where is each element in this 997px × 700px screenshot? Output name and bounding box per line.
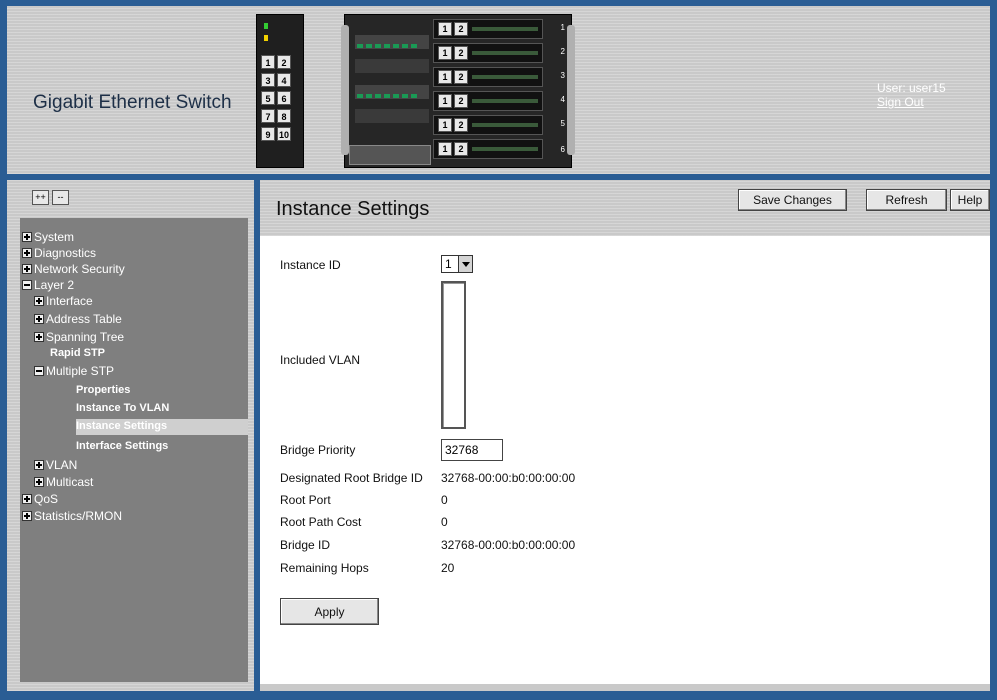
- switch-unit-image: 12 34 56 78 9 10: [256, 14, 304, 168]
- tree-item-address-table[interactable]: Address Table: [34, 312, 122, 328]
- slot-number: 3: [560, 71, 565, 80]
- slot-number: 2: [560, 47, 565, 56]
- root-port-label: Root Port: [280, 493, 331, 507]
- expand-all-button[interactable]: ++: [32, 190, 49, 205]
- content-header: Instance Settings Save Changes Refresh H…: [260, 180, 990, 236]
- slot-number: 5: [560, 119, 565, 128]
- root-path-cost-value: 0: [441, 515, 448, 529]
- module-slot: 12: [433, 91, 543, 111]
- help-button[interactable]: Help: [950, 189, 990, 211]
- expand-icon: [22, 494, 32, 504]
- tree-item-interface[interactable]: Interface: [34, 294, 93, 310]
- bridge-id-value: 32768-00:00:b0:00:00:00: [441, 538, 576, 552]
- tree-item-vlan[interactable]: VLAN: [34, 458, 77, 474]
- status-led: [264, 35, 268, 41]
- module-slot: 12: [433, 115, 543, 135]
- expand-icon: [34, 460, 44, 470]
- sidebar: ++ -- System Diagnostics Network Security…: [7, 180, 254, 691]
- instance-id-select[interactable]: 1: [441, 255, 473, 273]
- designated-root-value: 32768-00:00:b0:00:00:00: [441, 471, 576, 485]
- module-slot: 12: [433, 139, 543, 159]
- port-pair: 34: [261, 73, 293, 87]
- header-banner: Gigabit Ethernet Switch 12 34 56 78 9 10 …: [7, 6, 990, 174]
- expand-icon: [34, 296, 44, 306]
- remaining-hops-label: Remaining Hops: [280, 561, 369, 575]
- user-info: User: user15 Sign Out: [877, 81, 946, 109]
- module-slot: 12: [433, 67, 543, 87]
- instance-id-label: Instance ID: [280, 258, 341, 272]
- tree-item-network-security[interactable]: Network Security: [22, 262, 125, 278]
- tree-item-multiple-stp[interactable]: Multiple STP: [34, 364, 114, 380]
- tree-item-instance-to-vlan[interactable]: Instance To VLAN: [76, 401, 169, 417]
- bridge-id-label: Bridge ID: [280, 538, 331, 552]
- tree-controls: ++ --: [32, 187, 72, 205]
- tree-item-interface-settings[interactable]: Interface Settings: [76, 439, 168, 455]
- port-pair: 9 10: [261, 127, 293, 141]
- bridge-priority-label: Bridge Priority: [280, 443, 356, 457]
- drive-bay: [355, 59, 429, 73]
- tree-item-spanning-tree[interactable]: Spanning Tree: [34, 330, 124, 346]
- included-vlan-listbox[interactable]: [441, 281, 466, 429]
- tree-item-multicast[interactable]: Multicast: [34, 475, 93, 491]
- slot-number: 4: [560, 95, 565, 104]
- port-pair: 78: [261, 109, 293, 123]
- expand-icon: [34, 332, 44, 342]
- module-slot: 12: [433, 43, 543, 63]
- port-pair: 56: [261, 91, 293, 105]
- expand-icon: [22, 248, 32, 258]
- slot-number: 6: [560, 145, 565, 154]
- expand-icon: [22, 232, 32, 242]
- collapse-icon: [22, 280, 32, 290]
- chevron-down-icon[interactable]: [458, 256, 472, 272]
- content-panel: Instance ID 1 Included VLAN Bridge Prior…: [260, 236, 990, 684]
- drive-bay: [349, 145, 431, 165]
- module-slot: 12: [433, 19, 543, 39]
- bridge-priority-input[interactable]: 32768: [441, 439, 503, 461]
- app-title: Gigabit Ethernet Switch: [33, 92, 232, 113]
- remaining-hops-value: 20: [441, 561, 455, 575]
- port-pair: 12: [261, 55, 293, 69]
- sign-out-link[interactable]: Sign Out: [877, 95, 946, 109]
- tree-item-instance-settings[interactable]: Instance Settings: [76, 419, 248, 435]
- user-label: User: user15: [877, 81, 946, 95]
- chassis-handle: [567, 25, 575, 155]
- chassis-handle: [341, 25, 349, 155]
- collapse-icon: [34, 366, 44, 376]
- expand-icon: [34, 314, 44, 324]
- instance-id-value: 1: [445, 257, 452, 271]
- drive-bay: [355, 35, 429, 49]
- root-port-value: 0: [441, 493, 448, 507]
- save-changes-button[interactable]: Save Changes: [738, 189, 847, 211]
- content-footer: [260, 684, 990, 691]
- tree-item-system[interactable]: System: [22, 230, 74, 246]
- drive-bay: [355, 109, 429, 123]
- status-led: [264, 23, 268, 29]
- expand-icon: [34, 477, 44, 487]
- collapse-all-button[interactable]: --: [52, 190, 69, 205]
- refresh-button[interactable]: Refresh: [866, 189, 947, 211]
- designated-root-label: Designated Root Bridge ID: [280, 471, 423, 485]
- included-vlan-label: Included VLAN: [280, 353, 361, 367]
- slot-number: 1: [560, 23, 565, 32]
- tree-item-diagnostics[interactable]: Diagnostics: [22, 246, 96, 262]
- tree-item-qos[interactable]: QoS: [22, 492, 58, 508]
- tree-item-rapid-stp[interactable]: Rapid STP: [50, 346, 105, 362]
- expand-icon: [22, 264, 32, 274]
- tree-item-layer-2[interactable]: Layer 2: [22, 278, 74, 294]
- tree-item-statistics-rmon[interactable]: Statistics/RMON: [22, 509, 122, 525]
- chassis-image: 12 1 12 2 12 3 12 4 12 5 12 6: [341, 14, 575, 168]
- navigation-tree: System Diagnostics Network Security Laye…: [20, 218, 248, 682]
- expand-icon: [22, 511, 32, 521]
- page-title: Instance Settings: [276, 198, 430, 220]
- root-path-cost-label: Root Path Cost: [280, 515, 362, 529]
- tree-item-properties[interactable]: Properties: [76, 383, 130, 399]
- apply-button[interactable]: Apply: [280, 598, 379, 625]
- drive-bay: [355, 85, 429, 99]
